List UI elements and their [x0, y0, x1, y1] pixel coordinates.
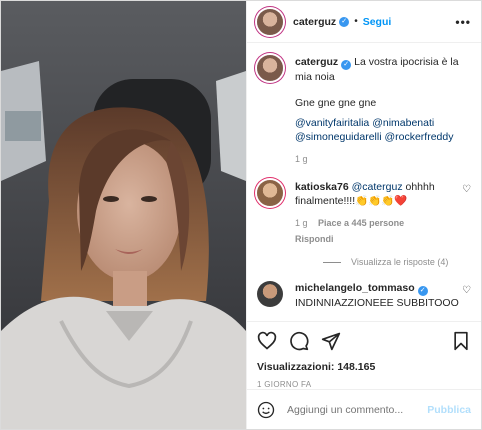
follow-button[interactable]: Segui [363, 16, 392, 28]
caption-tag[interactable]: @rockerfreddy [384, 131, 453, 143]
caption: caterguz ✓ La vostra ipocrisia è la mia n… [257, 55, 471, 166]
author-avatar[interactable] [257, 8, 283, 35]
views-count[interactable]: Visualizzazioni: 148.165 [257, 361, 471, 373]
post-date: 1 GIORNO FA [257, 380, 312, 389]
selfie-image [1, 1, 246, 429]
comment-item: katioska76 @caterguz ohhhh finalmente!!!… [257, 180, 471, 246]
emoji-icon[interactable] [257, 401, 275, 419]
comment-like-icon[interactable]: ♡ [462, 184, 471, 195]
comment-input[interactable] [287, 403, 428, 416]
caption-tag[interactable]: @nimabenati [372, 117, 434, 129]
caption-username[interactable]: caterguz [295, 56, 338, 68]
verified-badge-icon: ✓ [341, 60, 352, 70]
caption-tag[interactable]: @vanityfairitalia [295, 117, 369, 129]
author-username[interactable]: caterguz [293, 16, 336, 28]
commenter-avatar[interactable] [257, 281, 283, 307]
verified-badge-icon: ✓ [417, 286, 428, 296]
comment-mention[interactable]: @caterguz [352, 181, 403, 193]
caption-age: 1 g [295, 154, 308, 164]
publish-button[interactable]: Pubblica [427, 404, 471, 416]
post-dialog: caterguz ✓ • Segui ••• caterguz ✓ La vost… [0, 0, 482, 430]
replies-divider [323, 261, 341, 263]
share-send-icon[interactable] [321, 331, 341, 351]
comment-bubble-icon[interactable] [289, 331, 309, 351]
comment-like-icon[interactable]: ♡ [462, 285, 471, 296]
post-header: caterguz ✓ • Segui ••• [247, 1, 481, 43]
save-bookmark-icon[interactable] [451, 331, 471, 351]
caption-tag[interactable]: @simoneguidarelli [295, 131, 382, 143]
commenter-avatar[interactable] [257, 180, 283, 206]
comments-list: caterguz ✓ La vostra ipocrisia è la mia n… [247, 43, 481, 316]
comment-age: 1 g [295, 218, 308, 228]
commenter-username[interactable]: katioska76 [295, 181, 349, 193]
view-replies-button[interactable]: Visualizza le risposte (4) [323, 257, 471, 267]
verified-badge-icon: ✓ [339, 16, 350, 27]
comment-item: michelangelo_tommaso ✓ INDINNIAZZIONEEE S… [257, 281, 471, 310]
reply-button[interactable]: Rispondi [295, 232, 462, 246]
post-sidebar: caterguz ✓ • Segui ••• caterguz ✓ La vost… [246, 1, 481, 429]
more-options-icon[interactable]: ••• [455, 15, 471, 29]
caption-avatar[interactable] [257, 55, 283, 81]
comment-likes[interactable]: Piace a 445 persone [318, 218, 404, 228]
separator-dot: • [354, 16, 358, 27]
caption-line2: Gne gne gne gne [295, 97, 377, 109]
post-video[interactable] [1, 1, 246, 429]
action-bar: Visualizzazioni: 148.165 1 GIORNO FA [247, 321, 481, 389]
commenter-username[interactable]: michelangelo_tommaso [295, 282, 415, 294]
like-heart-icon[interactable] [257, 331, 277, 351]
comment-text: INDINNIAZZIONEEE SUBBITOOO [295, 297, 459, 309]
add-comment-bar: Pubblica [247, 389, 481, 429]
